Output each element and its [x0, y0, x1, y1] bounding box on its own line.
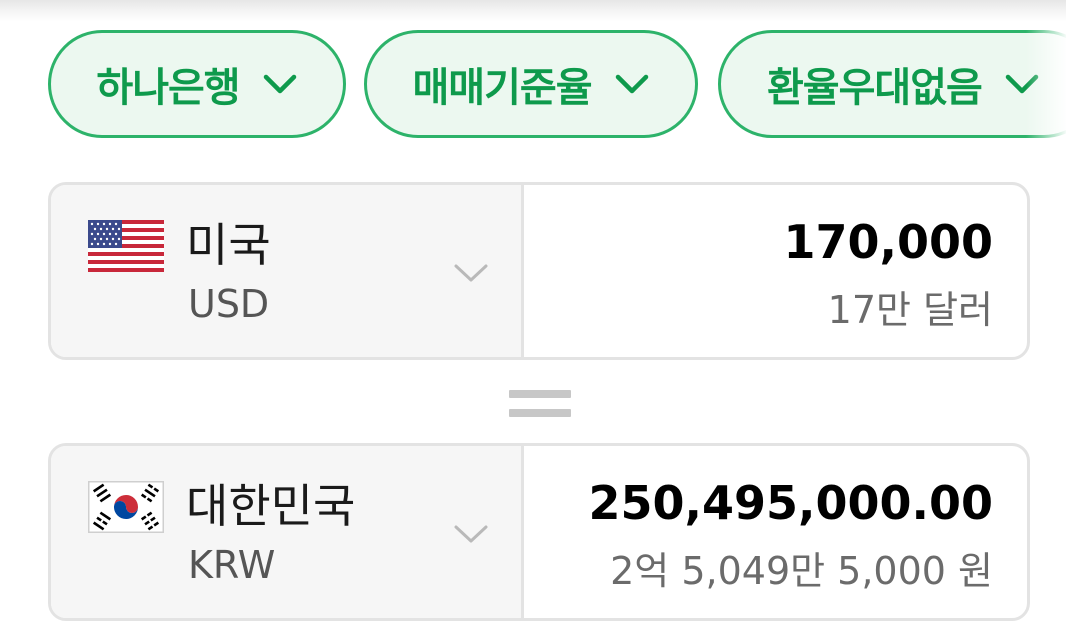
filter-bar: 하나은행 매매기준율 환율우대없음: [0, 30, 1066, 142]
chevron-down-icon: [615, 74, 648, 94]
chevron-down-icon: [454, 525, 488, 543]
chevron-down-icon: [1005, 74, 1039, 94]
to-country-name: 대한민국: [186, 479, 356, 533]
top-shadow: [0, 0, 1066, 22]
chevron-down-icon: [263, 74, 296, 94]
from-currency-card: 미국 USD 170,000 17만 달러: [48, 182, 1030, 360]
from-amount-input[interactable]: 170,000: [783, 211, 993, 273]
from-country-name: 미국: [186, 218, 271, 272]
preferential-rate-filter-chip[interactable]: 환율우대없음: [718, 30, 1066, 138]
to-currency-code: KRW: [188, 543, 276, 587]
preferential-rate-filter-label: 환율우대없음: [767, 65, 983, 111]
to-currency-selector[interactable]: 대한민국 KRW: [51, 446, 524, 618]
from-currency-selector[interactable]: 미국 USD: [51, 185, 524, 357]
chevron-down-icon: [454, 264, 488, 282]
to-currency-card: 대한민국 KRW 250,495,000.00 2억 5,049만 5,000 …: [48, 443, 1030, 621]
equals-icon: [509, 390, 571, 418]
rate-type-filter-label: 매매기준율: [412, 65, 593, 111]
bank-filter-chip[interactable]: 하나은행: [48, 30, 346, 138]
rate-type-filter-chip[interactable]: 매매기준율: [364, 30, 698, 138]
to-amount-words: 2억 5,049만 5,000 원: [610, 549, 993, 593]
bank-filter-label: 하나은행: [96, 65, 240, 111]
to-amount-value[interactable]: 250,495,000.00: [589, 472, 994, 534]
from-currency-code: USD: [188, 282, 270, 326]
us-flag-icon: [88, 220, 164, 272]
kr-flag-icon: [88, 481, 164, 533]
from-amount-words: 17만 달러: [827, 288, 993, 332]
